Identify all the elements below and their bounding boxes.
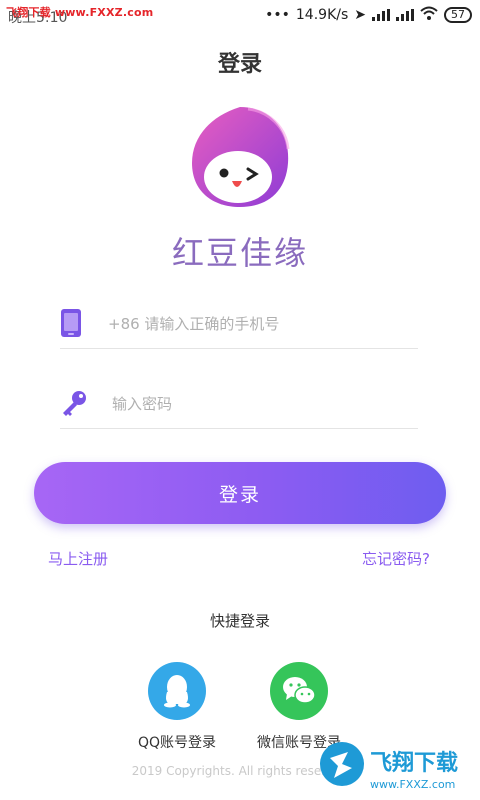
status-bar: 晚上5:10 飞翔下载 www.FXXZ.com ••• 14.9K/s ➤ 5… (0, 0, 480, 32)
password-field[interactable] (60, 380, 418, 429)
signal-icon-2 (396, 9, 414, 21)
watermark-text: 飞翔下载 (370, 750, 458, 776)
net-speed: 14.9K/s (295, 7, 349, 23)
password-input[interactable] (110, 390, 414, 418)
key-icon (60, 390, 88, 420)
phone-icon (60, 308, 82, 338)
quick-login-title: 快捷登录 (209, 612, 270, 630)
location-icon: ➤ (354, 7, 366, 23)
qq-login-label: QQ账号登录 (137, 735, 217, 751)
qq-icon[interactable] (148, 662, 206, 720)
battery-indicator: 57 (444, 7, 472, 23)
watermark-logo: 飞翔下载 www.FXXZ.com (314, 738, 474, 794)
brand-name: 红豆佳缘 (171, 234, 308, 272)
signal-icon (372, 9, 390, 21)
qq-login[interactable]: QQ账号登录 (122, 662, 232, 752)
phone-input[interactable] (106, 310, 410, 338)
watermark-url: www.FXXZ.com (370, 778, 455, 791)
wechat-icon[interactable] (270, 662, 328, 720)
phone-field[interactable] (60, 300, 418, 349)
register-link[interactable]: 马上注册 (48, 548, 108, 569)
page-title: 登录 (217, 52, 262, 77)
dots-icon: ••• (265, 7, 290, 23)
forgot-password-link[interactable]: 忘记密码? (362, 548, 430, 569)
status-icons: ••• 14.9K/s ➤ 57 (265, 6, 472, 24)
login-button[interactable]: 登录 (34, 462, 446, 524)
wifi-icon (420, 6, 438, 24)
app-logo (188, 105, 292, 209)
watermark-top: 飞翔下载 www.FXXZ.com (6, 6, 154, 19)
